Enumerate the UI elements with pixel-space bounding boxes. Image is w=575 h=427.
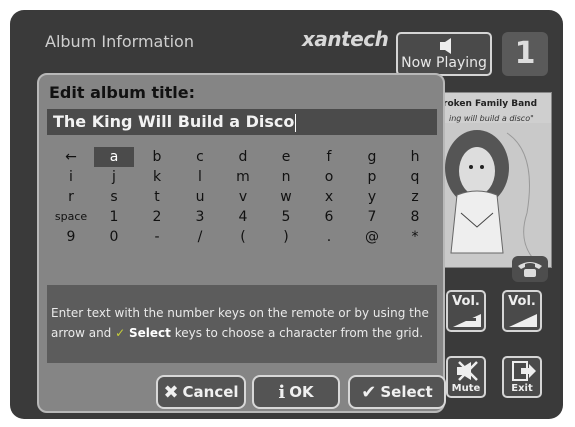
cancel-button[interactable]: ✖ Cancel [156,375,246,409]
key-space[interactable]: space [51,207,91,227]
key-char[interactable]: m [223,167,263,187]
key-char[interactable]: f [309,147,349,167]
mute-icon [457,361,478,381]
key-char[interactable]: g [352,147,392,167]
key-char[interactable]: / [180,227,220,247]
ok-button[interactable]: 𝐢 OK [252,375,340,409]
album-art-illustration [437,123,551,267]
check-icon: ✓ [115,326,126,340]
volume-down-label: Vol. [452,294,480,309]
close-icon: ✖ [163,381,179,403]
key-char[interactable]: i [51,167,91,187]
key-char[interactable]: * [395,227,435,247]
album-art: roken Family Band ing will build a disco… [436,92,552,268]
key-char[interactable]: 4 [223,207,263,227]
text-caret [295,113,297,132]
key-char[interactable]: h [395,147,435,167]
key-char[interactable]: c [180,147,220,167]
key-char[interactable]: y [352,187,392,207]
now-playing-label: Now Playing [401,55,487,71]
key-char[interactable]: - [137,227,177,247]
key-char[interactable]: u [180,187,220,207]
backspace-key[interactable]: ← [51,147,91,167]
mute-button[interactable]: Mute [446,356,486,398]
brand-logo: xantech [302,27,389,51]
key-char[interactable]: w [266,187,306,207]
speaker-icon [440,38,451,54]
select-label: Select [380,383,433,401]
key-char[interactable]: l [180,167,220,187]
key-char[interactable]: v [223,187,263,207]
page-title: Album Information [45,32,194,51]
ok-label: OK [289,383,314,401]
exit-label: Exit [511,383,533,394]
key-char[interactable]: e [266,147,306,167]
key-char[interactable]: n [266,167,306,187]
volume-up-label: Vol. [508,294,536,309]
volume-down-button[interactable]: Vol. [446,290,486,332]
dialog-label: Edit album title: [49,83,195,102]
key-char[interactable]: t [137,187,177,207]
key-char[interactable]: 0 [94,227,134,247]
key-char[interactable]: ) [266,227,306,247]
mute-label: Mute [451,383,481,394]
key-char[interactable]: o [309,167,349,187]
key-char[interactable]: 7 [352,207,392,227]
key-char[interactable]: 1 [94,207,134,227]
checkmark-icon: ✔ [361,381,377,403]
key-char[interactable]: @ [352,227,392,247]
key-char[interactable]: s [94,187,134,207]
exit-icon [512,361,536,381]
key-char[interactable]: 9 [51,227,91,247]
volume-down-icon [453,314,481,327]
key-char[interactable]: k [137,167,177,187]
key-char[interactable]: q [395,167,435,187]
volume-up-icon [509,309,537,327]
key-char[interactable]: x [309,187,349,207]
key-char[interactable]: j [94,167,134,187]
key-char[interactable]: 5 [266,207,306,227]
key-char[interactable]: 8 [395,207,435,227]
phone-icon[interactable] [512,256,548,282]
key-char[interactable]: a [94,147,134,167]
key-char[interactable]: ( [223,227,263,247]
volume-up-button[interactable]: Vol. [502,290,542,332]
album-art-song: ing will build a disco" [449,114,534,123]
select-button[interactable]: ✔ Select [348,375,446,409]
album-title-input[interactable]: The King Will Build a Disco [47,109,437,135]
now-playing-button[interactable]: Now Playing [396,32,492,76]
help-panel: Enter text with the number keys on the r… [47,285,437,363]
key-char[interactable]: z [395,187,435,207]
info-icon: 𝐢 [278,381,286,403]
key-char[interactable]: 2 [137,207,177,227]
key-char[interactable]: p [352,167,392,187]
help-text-part2: keys to choose a character from the grid… [174,326,424,340]
edit-album-title-dialog: Edit album title: The King Will Build a … [37,73,446,413]
help-text-select: Select [129,326,171,340]
key-char[interactable]: r [51,187,91,207]
zone-number: 1 [502,32,548,76]
screen: Album Information xantech Now Playing 1 … [10,10,563,419]
help-text: Enter text with the number keys on the r… [51,303,435,343]
exit-button[interactable]: Exit [502,356,542,398]
key-char[interactable]: . [309,227,349,247]
key-char[interactable]: b [137,147,177,167]
cancel-label: Cancel [182,383,239,401]
album-art-band: roken Family Band [443,99,538,109]
key-char[interactable]: 6 [309,207,349,227]
album-title-value: The King Will Build a Disco [53,112,295,131]
key-char[interactable]: d [223,147,263,167]
key-char[interactable]: 3 [180,207,220,227]
